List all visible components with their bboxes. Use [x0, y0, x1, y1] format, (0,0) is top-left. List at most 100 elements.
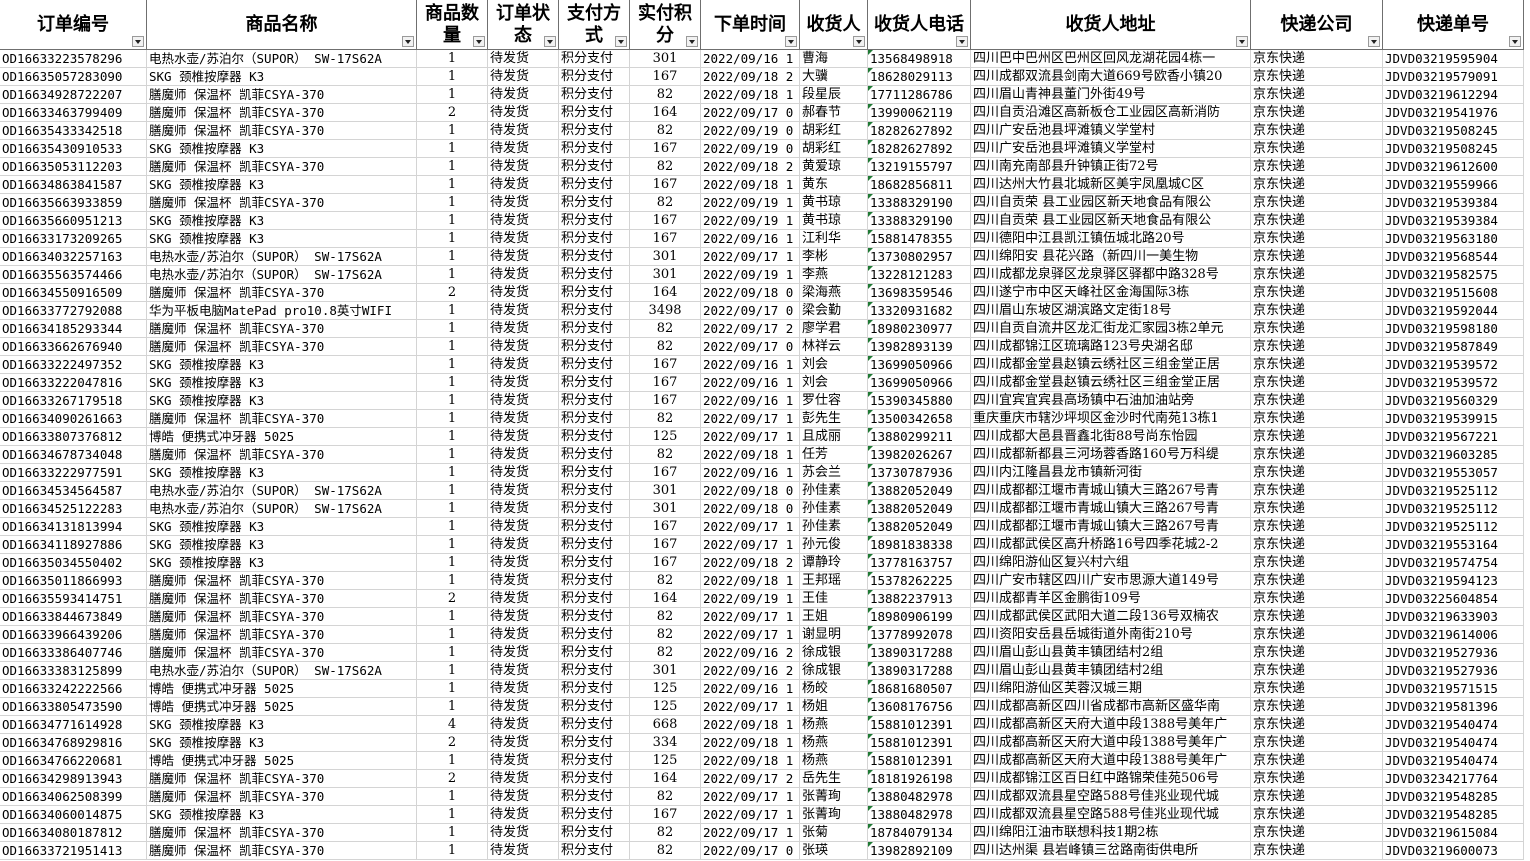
cell-recipient-address[interactable]: 四川绵阳江油市联想科技1期2栋 [971, 824, 1251, 842]
cell-recipient[interactable]: 彭先生 [800, 410, 868, 428]
cell-points-paid[interactable]: 164 [630, 284, 701, 302]
cell-quantity[interactable]: 1 [417, 212, 488, 230]
cell-recipient-phone[interactable]: 18181926198 [868, 770, 971, 788]
cell-recipient-address[interactable]: 四川成都龙泉驿区龙泉驿区驿都中路328号 [971, 266, 1251, 284]
header-quantity[interactable]: 商品数量 [417, 0, 488, 50]
cell-order-id[interactable]: OD16634678734048 [0, 446, 147, 464]
cell-order-id[interactable]: OD16634771614928 [0, 716, 147, 734]
filter-dropdown-icon[interactable] [1236, 36, 1248, 47]
cell-recipient[interactable]: 王邦瑶 [800, 572, 868, 590]
cell-tracking-number[interactable]: JDVD03219540474 [1383, 716, 1524, 734]
cell-courier[interactable]: 京东快递 [1251, 374, 1383, 392]
cell-order-id[interactable]: OD16633383125899 [0, 662, 147, 680]
cell-order-time[interactable]: 2022/09/19 0 [701, 140, 800, 158]
cell-payment-method[interactable]: 积分支付 [559, 554, 630, 572]
cell-courier[interactable]: 京东快递 [1251, 590, 1383, 608]
cell-order-status[interactable]: 待发货 [488, 446, 559, 464]
cell-payment-method[interactable]: 积分支付 [559, 428, 630, 446]
cell-order-status[interactable]: 待发货 [488, 644, 559, 662]
cell-points-paid[interactable]: 301 [630, 662, 701, 680]
cell-order-id[interactable]: OD16635593414751 [0, 590, 147, 608]
cell-order-status[interactable]: 待发货 [488, 734, 559, 752]
cell-recipient[interactable]: 杨燕 [800, 734, 868, 752]
cell-courier[interactable]: 京东快递 [1251, 644, 1383, 662]
cell-quantity[interactable]: 1 [417, 662, 488, 680]
cell-order-id[interactable]: OD16634090261663 [0, 410, 147, 428]
cell-points-paid[interactable]: 125 [630, 428, 701, 446]
cell-tracking-number[interactable]: JDVD03219525112 [1383, 482, 1524, 500]
cell-order-id[interactable]: OD16633966439206 [0, 626, 147, 644]
cell-points-paid[interactable]: 668 [630, 716, 701, 734]
cell-recipient-address[interactable]: 四川成都双流县星空路588号佳兆业现代城 [971, 806, 1251, 824]
cell-tracking-number[interactable]: JDVD03219541976 [1383, 104, 1524, 122]
cell-recipient[interactable]: 杨燕 [800, 752, 868, 770]
cell-order-time[interactable]: 2022/09/17 0 [701, 104, 800, 122]
cell-order-status[interactable]: 待发货 [488, 608, 559, 626]
cell-recipient-address[interactable]: 四川巴中巴州区巴州区回风龙湖花园4栋一 [971, 50, 1251, 68]
cell-quantity[interactable]: 1 [417, 338, 488, 356]
cell-points-paid[interactable]: 167 [630, 806, 701, 824]
cell-payment-method[interactable]: 积分支付 [559, 626, 630, 644]
cell-quantity[interactable]: 1 [417, 536, 488, 554]
cell-courier[interactable]: 京东快递 [1251, 176, 1383, 194]
cell-recipient-phone[interactable]: 13388329190 [868, 212, 971, 230]
cell-product-name[interactable]: 博皓 便携式冲牙器 5025 [147, 680, 417, 698]
cell-points-paid[interactable]: 167 [630, 536, 701, 554]
cell-product-name[interactable]: 膳魔师 保温杯 凯菲CSYA-370 [147, 320, 417, 338]
cell-product-name[interactable]: 电热水壶/苏泊尔（SUPOR） SW-17S62A [147, 266, 417, 284]
cell-tracking-number[interactable]: JDVD03219560329 [1383, 392, 1524, 410]
cell-product-name[interactable]: SKG 颈椎按摩器 K3 [147, 518, 417, 536]
cell-points-paid[interactable]: 167 [630, 518, 701, 536]
cell-points-paid[interactable]: 82 [630, 338, 701, 356]
cell-recipient[interactable]: 郝春节 [800, 104, 868, 122]
cell-recipient[interactable]: 林祥云 [800, 338, 868, 356]
cell-points-paid[interactable]: 164 [630, 590, 701, 608]
cell-order-id[interactable]: OD16634766220681 [0, 752, 147, 770]
cell-recipient-phone[interactable]: 13982026267 [868, 446, 971, 464]
cell-courier[interactable]: 京东快递 [1251, 518, 1383, 536]
cell-quantity[interactable]: 1 [417, 320, 488, 338]
cell-order-status[interactable]: 待发货 [488, 680, 559, 698]
cell-courier[interactable]: 京东快递 [1251, 266, 1383, 284]
filter-dropdown-icon[interactable] [544, 36, 556, 47]
cell-courier[interactable]: 京东快递 [1251, 536, 1383, 554]
cell-product-name[interactable]: 膳魔师 保温杯 凯菲CSYA-370 [147, 590, 417, 608]
cell-order-id[interactable]: OD16633222047816 [0, 374, 147, 392]
cell-courier[interactable]: 京东快递 [1251, 824, 1383, 842]
cell-order-id[interactable]: OD16633805473590 [0, 698, 147, 716]
cell-product-name[interactable]: SKG 颈椎按摩器 K3 [147, 392, 417, 410]
cell-points-paid[interactable]: 82 [630, 410, 701, 428]
cell-order-time[interactable]: 2022/09/16 2 [701, 644, 800, 662]
cell-product-name[interactable]: 膳魔师 保温杯 凯菲CSYA-370 [147, 122, 417, 140]
cell-order-time[interactable]: 2022/09/17 0 [701, 302, 800, 320]
cell-quantity[interactable]: 1 [417, 248, 488, 266]
cell-recipient[interactable]: 黄书琼 [800, 194, 868, 212]
cell-payment-method[interactable]: 积分支付 [559, 212, 630, 230]
cell-points-paid[interactable]: 167 [630, 212, 701, 230]
cell-recipient-phone[interactable]: 13778992078 [868, 626, 971, 644]
header-recipient[interactable]: 收货人 [800, 0, 868, 50]
cell-payment-method[interactable]: 积分支付 [559, 284, 630, 302]
cell-order-id[interactable]: OD16633463799409 [0, 104, 147, 122]
header-product-name[interactable]: 商品名称 [147, 0, 417, 50]
cell-order-status[interactable]: 待发货 [488, 752, 559, 770]
cell-order-time[interactable]: 2022/09/17 1 [701, 518, 800, 536]
cell-quantity[interactable]: 2 [417, 590, 488, 608]
cell-points-paid[interactable]: 301 [630, 482, 701, 500]
cell-recipient[interactable]: 胡彩红 [800, 140, 868, 158]
cell-quantity[interactable]: 1 [417, 788, 488, 806]
cell-recipient[interactable]: 杨燕 [800, 716, 868, 734]
cell-points-paid[interactable]: 334 [630, 734, 701, 752]
cell-order-time[interactable]: 2022/09/17 0 [701, 338, 800, 356]
cell-order-id[interactable]: OD16633807376812 [0, 428, 147, 446]
cell-courier[interactable]: 京东快递 [1251, 158, 1383, 176]
cell-order-time[interactable]: 2022/09/17 1 [701, 626, 800, 644]
cell-order-id[interactable]: OD16635053112203 [0, 158, 147, 176]
cell-order-id[interactable]: OD16635433342518 [0, 122, 147, 140]
cell-payment-method[interactable]: 积分支付 [559, 590, 630, 608]
cell-product-name[interactable]: 膳魔师 保温杯 凯菲CSYA-370 [147, 158, 417, 176]
cell-recipient-phone[interactable]: 13228121283 [868, 266, 971, 284]
cell-points-paid[interactable]: 82 [630, 626, 701, 644]
cell-quantity[interactable]: 1 [417, 230, 488, 248]
cell-courier[interactable]: 京东快递 [1251, 716, 1383, 734]
